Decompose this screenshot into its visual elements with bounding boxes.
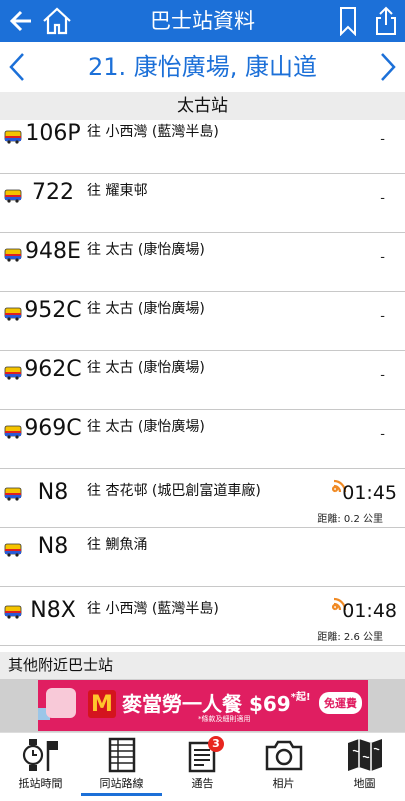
ad-banner[interactable]: M 麥當勞一人餐 $69*起! 免運費 *條款及細則適用 [0,679,405,732]
section-header-other-stops[interactable]: 其他附近巴士站 [0,652,405,679]
ad-content[interactable]: M 麥當勞一人餐 $69*起! 免運費 *條款及細則適用 [38,680,368,731]
tab-notices[interactable]: 3 通告 [162,733,243,801]
route-number: 722 [32,180,74,205]
tab-same-stop-routes[interactable]: 同站路線 [81,733,162,801]
tab-label: 抵站時間 [18,777,63,790]
route-row[interactable]: 962C 往 太古 (康怡廣場) - [0,352,405,410]
route-number: N8X [30,598,76,623]
route-destination: 往 小西灣 (藍灣半島) [87,124,219,140]
route-list[interactable]: 106P 往 小西灣 (藍灣半島) - 722 往 耀東邨 - 948E 往 太古 (康怡廣場… [0,120,405,652]
stop-name: 21. 康怡廣場, 康山道 [87,53,318,81]
bus-icon [4,543,22,557]
chevron-right-icon[interactable] [375,42,401,92]
bus-icon [4,130,22,144]
route-row[interactable]: N8X 往 小西灣 (藍灣半島) 01:48 距離: 2.6 公里 [0,588,405,646]
route-row[interactable]: 106P 往 小西灣 (藍灣半島) - [0,120,405,174]
route-number: 962C [24,357,82,382]
route-row[interactable]: N8 往 鰂魚涌 [0,529,405,587]
route-destination: 往 小西灣 (藍灣半島) [87,601,219,617]
eta-placeholder: - [380,250,385,265]
nav-bar: 巴士站資料 [0,0,405,42]
route-number: N8 [37,480,69,505]
eta-time: 01:48 [342,600,397,622]
notice-icon [162,737,243,775]
bus-distance: 距離: 0.2 公里 [317,514,383,525]
route-destination: 往 杏花邨 (城巴創富道車廠) [87,483,261,499]
watch-flag-icon [0,737,81,775]
route-number: 948E [25,239,81,264]
notice-count-badge: 3 [208,736,224,752]
eta-placeholder: - [380,427,385,442]
eta-placeholder: - [380,191,385,206]
tab-photos[interactable]: 相片 [243,733,324,801]
bus-icon [4,605,22,619]
bus-icon [4,189,22,203]
ad-free-delivery-badge: 免運費 [319,692,362,714]
route-destination: 往 耀東邨 [87,183,148,199]
route-destination: 往 太古 (康怡廣場) [87,360,205,376]
eta-placeholder: - [380,368,385,383]
bus-icon [4,366,22,380]
tab-arrival-time[interactable]: 抵站時間 [0,733,81,801]
route-destination: 往 太古 (康怡廣場) [87,301,205,317]
route-destination: 往 鰂魚涌 [87,537,148,553]
tab-label: 相片 [272,777,295,790]
camera-icon [243,737,324,775]
bus-icon [4,307,22,321]
map-icon [324,737,405,775]
route-row[interactable]: 948E 往 太古 (康怡廣場) - [0,234,405,292]
tab-label: 通告 [191,777,214,790]
tab-label: 同站路線 [81,775,162,796]
route-row[interactable]: N8 往 杏花邨 (城巴創富道車廠) 01:45 距離: 0.2 公里 [0,470,405,528]
bookmark-icon[interactable] [332,0,364,42]
route-number: 969C [24,416,82,441]
tab-map[interactable]: 地圖 [324,733,405,801]
route-number: 952C [24,298,82,323]
route-number: N8 [37,534,69,559]
bus-icon [4,425,22,439]
bus-icon [4,487,22,501]
route-destination: 往 太古 (康怡廣場) [87,419,205,435]
mcdonalds-logo-icon: M [88,690,116,718]
ad-headline: 麥當勞一人餐 $69*起! [122,692,311,716]
share-icon[interactable] [370,0,402,42]
tab-bar: 抵站時間 同站路線 3 通告 相片 地圖 [0,732,405,801]
route-row[interactable]: 969C 往 太古 (康怡廣場) - [0,411,405,469]
ad-fine-print: *條款及細則適用 [198,715,251,723]
bus-icon [4,248,22,262]
eta-placeholder: - [380,132,385,147]
stop-selector: 21. 康怡廣場, 康山道 [0,42,405,92]
route-destination: 往 太古 (康怡廣場) [87,242,205,258]
table-icon [81,737,162,775]
route-row[interactable]: 952C 往 太古 (康怡廣場) - [0,293,405,351]
section-header-nearby-station: 太古站 [0,92,405,120]
tab-label: 地圖 [353,777,376,790]
route-row[interactable]: 722 往 耀東邨 - [0,175,405,233]
eta-time: 01:45 [342,482,397,504]
route-number: 106P [25,121,81,146]
bus-distance: 距離: 2.6 公里 [317,632,383,643]
panda-logo-icon [46,688,76,718]
eta-placeholder: - [380,309,385,324]
chevron-left-icon[interactable] [4,42,30,92]
